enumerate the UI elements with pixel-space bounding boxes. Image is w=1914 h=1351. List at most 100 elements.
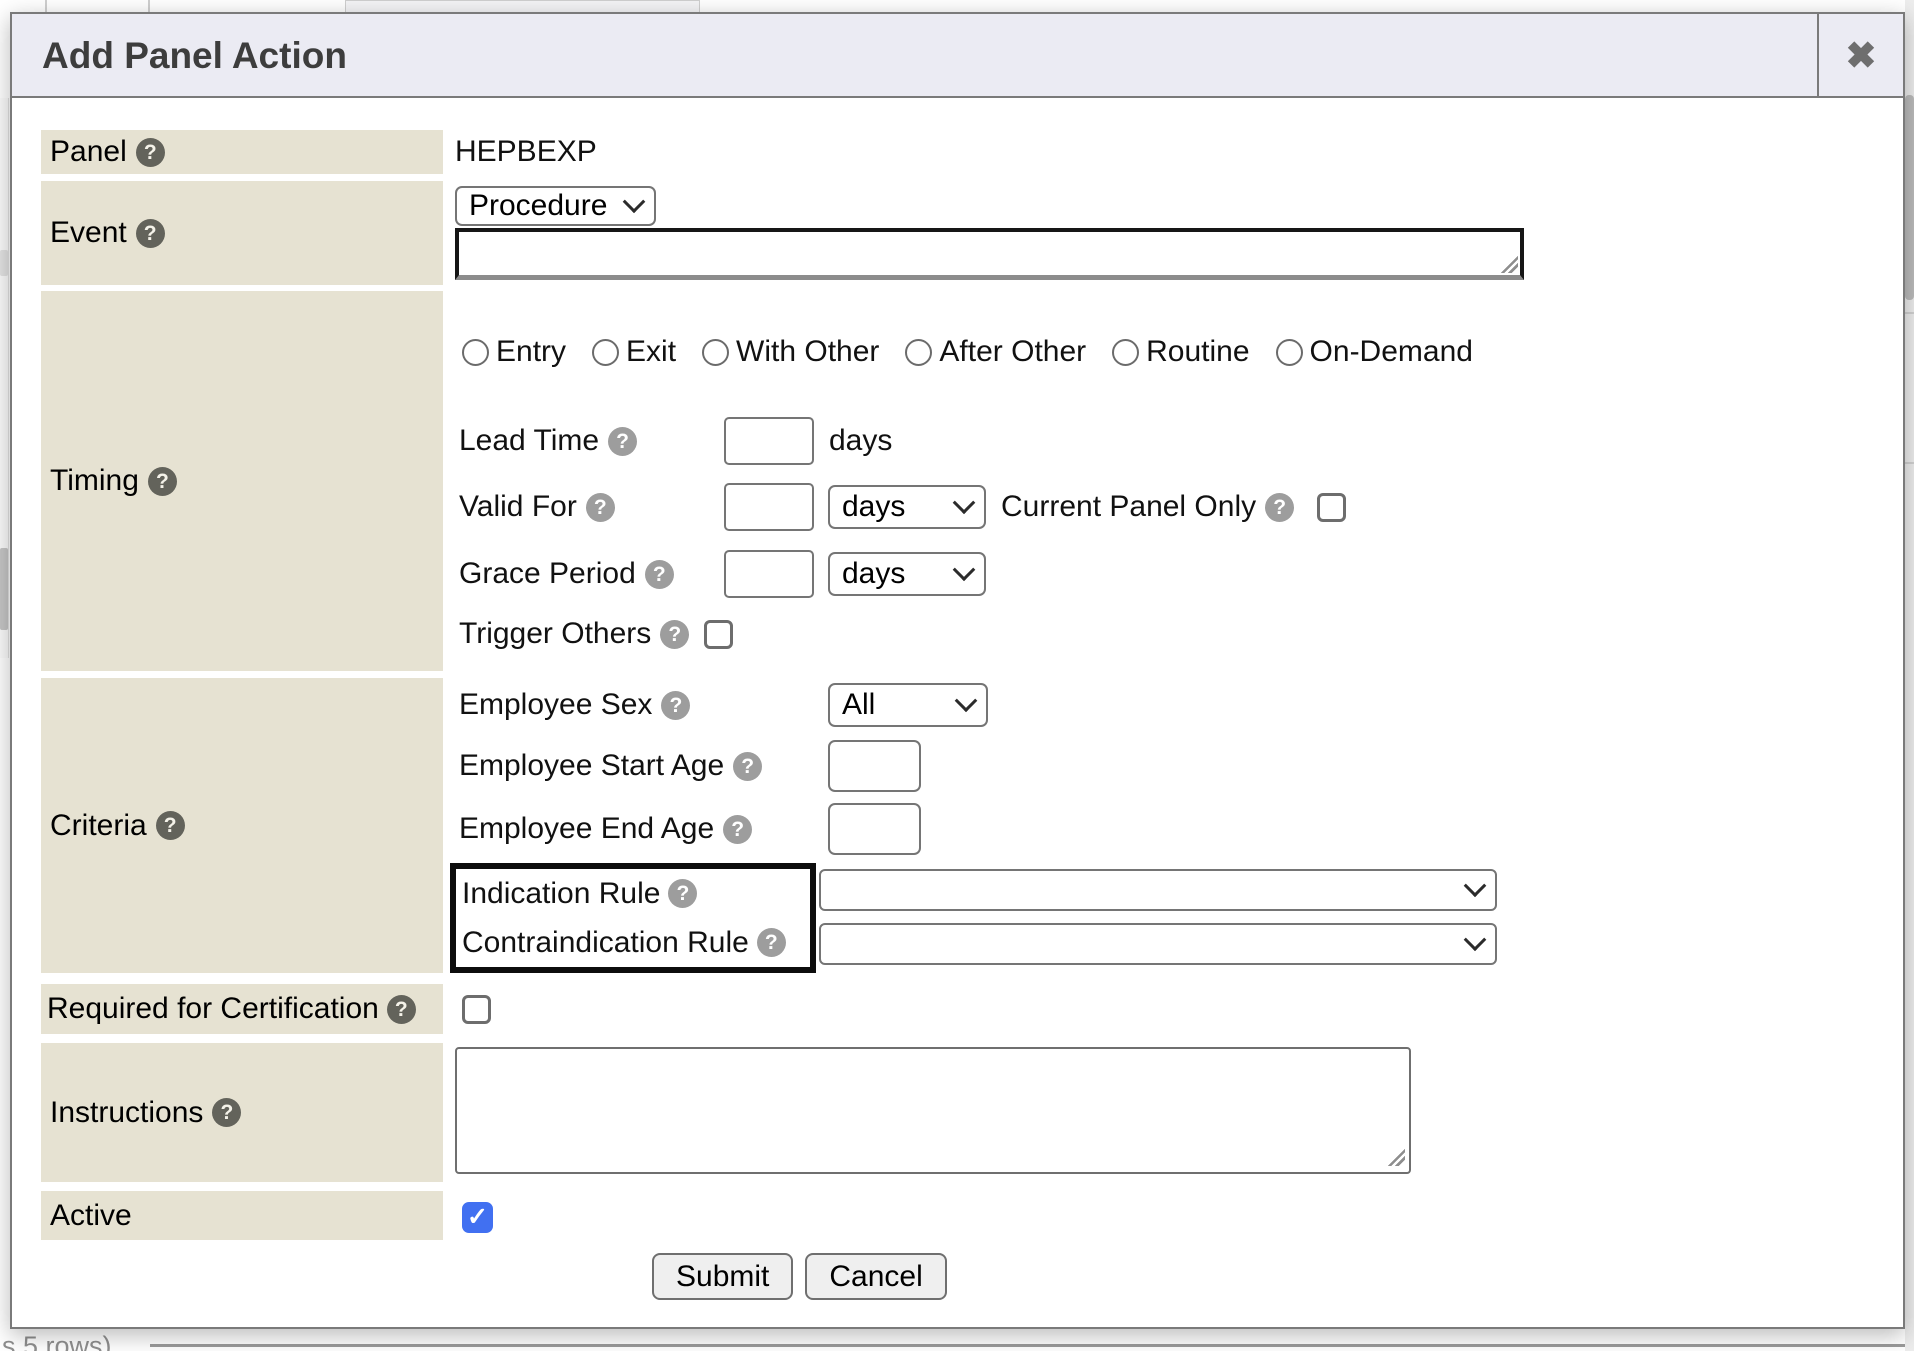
employee-end-age-input[interactable] <box>828 803 921 855</box>
contraindication-rule-select[interactable] <box>819 923 1497 965</box>
add-panel-action-dialog: Add Panel Action ✖ Panel ? Event ? Timin… <box>10 12 1905 1329</box>
help-icon[interactable]: ? <box>668 879 697 908</box>
trigger-others-label: Trigger Others <box>459 617 651 651</box>
indication-rule-label: Indication Rule <box>462 877 660 911</box>
radio-after-other-label: After Other <box>939 335 1086 369</box>
radio-option-exit: Exit <box>592 335 676 369</box>
indication-rule-select-wrap <box>819 869 1497 911</box>
panel-label: Panel <box>50 135 127 169</box>
employee-sex-selected: All <box>842 688 875 722</box>
instructions-label-cell: Instructions ? <box>41 1043 443 1182</box>
active-label-cell: Active <box>41 1191 443 1240</box>
employee-sex-label: Employee Sex <box>459 688 652 722</box>
instructions-textarea-wrap <box>455 1047 1411 1174</box>
valid-for-unit-select[interactable]: days <box>828 485 986 529</box>
radio-option-entry: Entry <box>462 335 566 369</box>
valid-for-unit-selected: days <box>842 490 905 524</box>
radio-option-with-other: With Other <box>702 335 879 369</box>
help-icon[interactable]: ? <box>660 620 689 649</box>
radio-after-other[interactable] <box>905 339 932 366</box>
lead-time-input[interactable] <box>724 417 814 465</box>
help-icon[interactable]: ? <box>148 467 177 496</box>
chevron-down-icon <box>1464 928 1487 951</box>
panel-value-row: HEPBEXP <box>455 130 597 174</box>
check-icon: ✓ <box>467 1205 488 1230</box>
help-icon[interactable]: ? <box>156 811 185 840</box>
dialog-actions: Submit Cancel <box>652 1253 947 1300</box>
help-icon[interactable]: ? <box>757 928 786 957</box>
event-type-selected: Procedure <box>469 189 607 223</box>
trigger-others-row: Trigger Others ? ✓ <box>459 614 733 654</box>
event-label: Event <box>50 216 127 250</box>
radio-entry[interactable] <box>462 339 489 366</box>
employee-start-age-input[interactable] <box>828 740 921 792</box>
background-left-smudge <box>0 250 8 276</box>
instructions-textarea[interactable] <box>455 1047 1411 1174</box>
active-row: ✓ <box>462 1199 493 1235</box>
lead-time-unit: days <box>829 424 892 458</box>
help-icon[interactable]: ? <box>723 815 752 844</box>
contraindication-rule-label-row: Contraindication Rule ? <box>462 926 810 960</box>
valid-for-row: Valid For ? days Current Panel Only ? ✓ <box>459 482 1346 532</box>
radio-routine-label: Routine <box>1146 335 1249 369</box>
grace-period-unit-selected: days <box>842 557 905 591</box>
background-row-count-text: s 5 rows) <box>2 1331 112 1351</box>
current-panel-only-label: Current Panel Only <box>1001 490 1256 524</box>
valid-for-input[interactable] <box>724 483 814 531</box>
radio-on-demand-label: On-Demand <box>1310 335 1473 369</box>
radio-on-demand[interactable] <box>1276 339 1303 366</box>
help-icon[interactable]: ? <box>1265 493 1294 522</box>
required-for-certification-label-cell: Required for Certification ? <box>41 984 443 1034</box>
employee-start-age-label: Employee Start Age <box>459 749 724 783</box>
radio-option-routine: Routine <box>1112 335 1249 369</box>
criteria-label-cell: Criteria ? <box>41 678 443 973</box>
required-for-certification-checkbox[interactable]: ✓ <box>462 995 491 1024</box>
dialog-header: Add Panel Action ✖ <box>12 14 1903 98</box>
required-for-certification-label: Required for Certification <box>47 992 379 1026</box>
grace-period-unit-select[interactable]: days <box>828 552 986 596</box>
help-icon[interactable]: ? <box>661 691 690 720</box>
employee-sex-select[interactable]: All <box>828 683 988 727</box>
submit-button[interactable]: Submit <box>652 1253 793 1300</box>
help-icon[interactable]: ? <box>136 138 165 167</box>
event-type-select[interactable]: Procedure <box>455 186 656 226</box>
contraindication-rule-label: Contraindication Rule <box>462 926 749 960</box>
required-for-certification-row: ✓ <box>462 991 491 1027</box>
indication-rule-select[interactable] <box>819 869 1497 911</box>
valid-for-label: Valid For <box>459 490 577 524</box>
event-label-cell: Event ? <box>41 181 443 285</box>
event-search-input[interactable] <box>459 232 1520 275</box>
chevron-down-icon <box>623 190 646 213</box>
background-divider <box>1905 312 1914 314</box>
background-table-border <box>150 1344 1905 1347</box>
help-icon[interactable]: ? <box>645 560 674 589</box>
chevron-down-icon <box>1464 874 1487 897</box>
employee-start-age-row: Employee Start Age ? <box>459 740 921 792</box>
lead-time-row: Lead Time ? days <box>459 416 892 466</box>
grace-period-label: Grace Period <box>459 557 636 591</box>
employee-sex-row: Employee Sex ? All <box>459 682 988 728</box>
radio-routine[interactable] <box>1112 339 1139 366</box>
current-panel-only-checkbox[interactable]: ✓ <box>1317 493 1346 522</box>
active-checkbox[interactable]: ✓ <box>462 1202 493 1233</box>
trigger-others-checkbox[interactable]: ✓ <box>704 620 733 649</box>
dialog-title: Add Panel Action <box>42 14 347 98</box>
radio-with-other[interactable] <box>702 339 729 366</box>
grace-period-input[interactable] <box>724 550 814 598</box>
help-icon[interactable]: ? <box>608 427 637 456</box>
radio-exit[interactable] <box>592 339 619 366</box>
active-label: Active <box>50 1199 132 1233</box>
instructions-label: Instructions <box>50 1096 203 1130</box>
help-icon[interactable]: ? <box>136 219 165 248</box>
help-icon[interactable]: ? <box>586 493 615 522</box>
close-button[interactable]: ✖ <box>1817 14 1903 96</box>
panel-value: HEPBEXP <box>455 135 597 169</box>
cancel-button[interactable]: Cancel <box>805 1253 946 1300</box>
help-icon[interactable]: ? <box>733 752 762 781</box>
scrollbar-thumb[interactable] <box>1905 95 1914 300</box>
help-icon[interactable]: ? <box>212 1098 241 1127</box>
help-icon[interactable]: ? <box>387 995 416 1024</box>
criteria-label: Criteria <box>50 809 147 843</box>
radio-option-after-other: After Other <box>905 335 1086 369</box>
employee-end-age-row: Employee End Age ? <box>459 803 921 855</box>
